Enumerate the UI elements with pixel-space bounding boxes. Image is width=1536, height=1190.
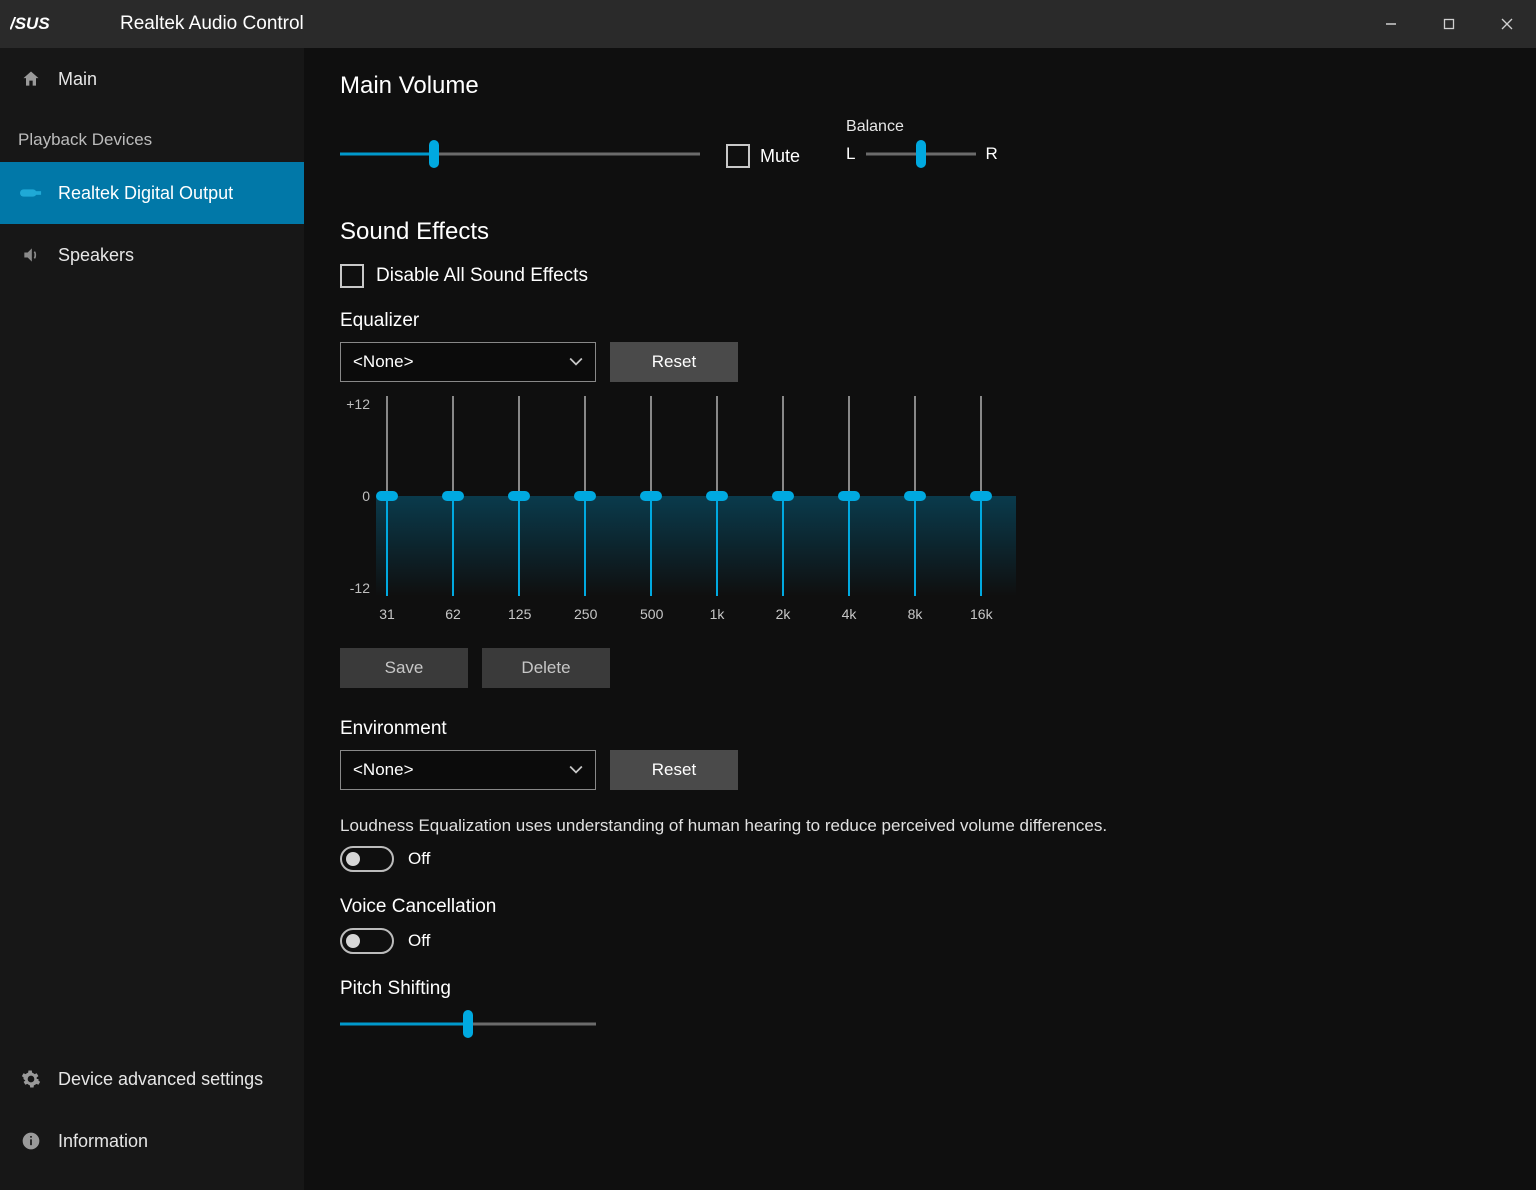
chevron-down-icon [569,763,583,777]
svg-text:/SUS: /SUS [10,14,50,33]
mute-label: Mute [760,146,800,167]
equalizer-preset-dropdown[interactable]: <None> [340,342,596,382]
pitch-label: Pitch Shifting [340,978,1536,1000]
mute-checkbox[interactable] [726,144,750,168]
optical-icon [20,182,42,204]
main-volume-slider[interactable] [340,140,700,168]
eq-band-8k[interactable] [904,396,926,596]
voice-cancel-label: Voice Cancellation [340,896,1536,918]
equalizer-scale: +12 0 -12 [340,396,370,596]
eq-band-label: 4k [838,606,860,622]
balance-slider[interactable] [866,140,976,168]
sidebar-item-label: Main [58,69,97,90]
sound-effects-title: Sound Effects [340,218,1536,246]
equalizer-save-button[interactable]: Save [340,648,468,688]
loudness-state-label: Off [408,849,430,869]
equalizer-reset-button[interactable]: Reset [610,342,738,382]
disable-effects-label: Disable All Sound Effects [376,265,588,287]
loudness-description: Loudness Equalization uses understanding… [340,816,1536,836]
environment-label: Environment [340,718,1536,740]
sidebar-item-label: Information [58,1131,148,1152]
sidebar-item-label: Speakers [58,245,134,266]
chevron-down-icon [569,355,583,369]
eq-band-label: 125 [508,606,530,622]
info-icon [20,1130,42,1152]
sidebar-item-information[interactable]: Information [0,1110,304,1172]
environment-preset-value: <None> [353,760,414,780]
titlebar: /SUS Realtek Audio Control [0,0,1536,48]
eq-band-label: 62 [442,606,464,622]
sidebar-item-label: Device advanced settings [58,1069,263,1090]
app-title: Realtek Audio Control [120,13,304,35]
equalizer-preset-value: <None> [353,352,414,372]
eq-band-label: 2k [772,606,794,622]
environment-reset-button[interactable]: Reset [610,750,738,790]
sidebar-item-label: Realtek Digital Output [58,183,233,204]
minimize-button[interactable] [1362,5,1420,43]
eq-band-label: 500 [640,606,662,622]
equalizer-delete-button[interactable]: Delete [482,648,610,688]
voice-cancel-state-label: Off [408,931,430,951]
environment-preset-dropdown[interactable]: <None> [340,750,596,790]
sidebar-section-header: Playback Devices [0,110,304,162]
window-controls [1362,5,1536,43]
content: Main Volume Mute Balance L R [304,48,1536,1190]
eq-band-1k[interactable] [706,396,728,596]
eq-band-250[interactable] [574,396,596,596]
gear-icon [20,1068,42,1090]
eq-band-500[interactable] [640,396,662,596]
eq-band-label: 31 [376,606,398,622]
close-button[interactable] [1478,5,1536,43]
asus-logo: /SUS [10,11,100,37]
sidebar: Main Playback Devices Realtek Digital Ou… [0,48,304,1190]
sidebar-item-speakers[interactable]: Speakers [0,224,304,286]
eq-band-label: 8k [904,606,926,622]
loudness-toggle[interactable] [340,846,394,872]
eq-band-31[interactable] [376,396,398,596]
eq-band-label: 16k [970,606,992,622]
sidebar-item-digital-output[interactable]: Realtek Digital Output [0,162,304,224]
eq-band-label: 1k [706,606,728,622]
home-icon [20,68,42,90]
equalizer-label: Equalizer [340,310,1536,332]
voice-cancel-toggle[interactable] [340,928,394,954]
main-volume-title: Main Volume [340,72,1536,100]
pitch-slider[interactable] [340,1010,596,1038]
balance-left-label: L [846,144,855,164]
eq-band-125[interactable] [508,396,530,596]
sidebar-item-main[interactable]: Main [0,48,304,110]
balance-label: Balance [846,118,904,136]
eq-band-label: 250 [574,606,596,622]
eq-band-2k[interactable] [772,396,794,596]
balance-right-label: R [986,144,998,164]
disable-effects-checkbox[interactable] [340,264,364,288]
sidebar-item-advanced[interactable]: Device advanced settings [0,1048,304,1110]
speaker-icon [20,244,42,266]
eq-band-4k[interactable] [838,396,860,596]
equalizer-graph: +12 0 -12 31 62 125 250 500 1k 2k 4k 8k 16k [340,396,1030,636]
maximize-button[interactable] [1420,5,1478,43]
eq-band-62[interactable] [442,396,464,596]
eq-band-16k[interactable] [970,396,992,596]
